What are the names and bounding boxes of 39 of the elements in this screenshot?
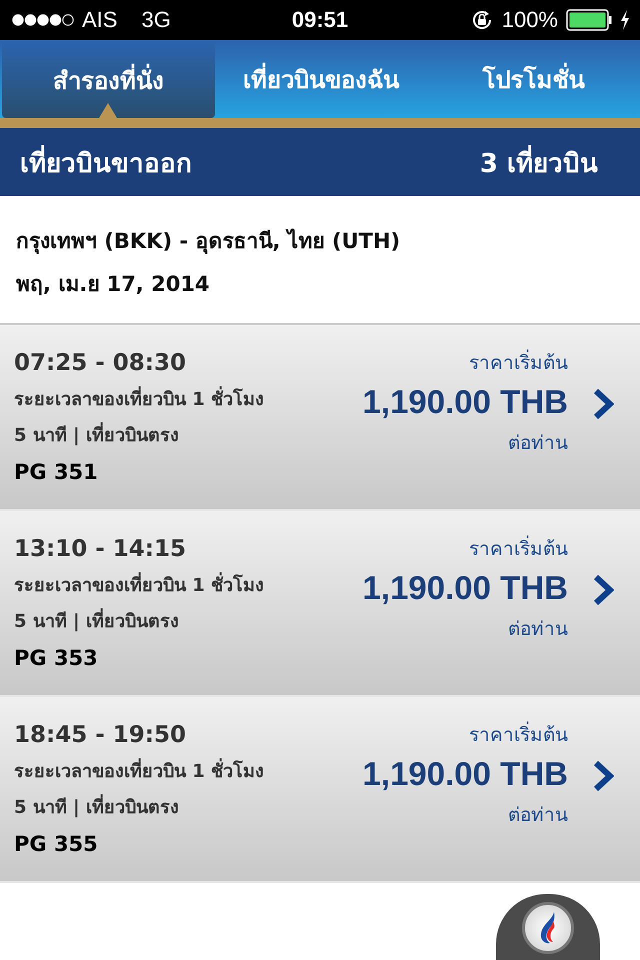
nav-tab[interactable]: โปรโมชั่น [427,40,640,118]
signal-icon [12,13,74,27]
flight-row[interactable]: 13:10 - 14:15 ระยะเวลาของเที่ยวบิน 1 ชั่วโมง 5 นาที | เที่ยวบินตรง PG 353 ราคาเริ่มต้น 1,190.00 THB ต่อท่าน [0,511,640,697]
fare-price: 1,190.00 THB [362,755,568,793]
section-title: เที่ยวบินขาออก [20,142,192,182]
price-label: ราคาเริ่มต้น [469,533,568,563]
logo-tab[interactable] [496,894,600,960]
flight-details: ระยะเวลาของเที่ยวบิน 1 ชั่วโมง 5 นาที | เที่ยวบินตรง [14,754,270,826]
flight-count: 3 เที่ยวบิน [480,142,598,182]
battery-icon [566,9,612,31]
flight-number: PG 353 [14,646,99,670]
flight-number: PG 351 [14,460,99,484]
flight-times: 18:45 - 19:50 [14,722,187,748]
carrier-name: AIS [82,7,118,33]
flight-number: PG 355 [14,832,99,856]
fare-price: 1,190.00 THB [362,383,568,421]
chevron-right-icon [592,389,614,419]
chevron-right-icon [592,761,614,791]
battery-percent: 100% [502,7,558,33]
flight-details: ระยะเวลาของเที่ยวบิน 1 ชั่วโมง 5 นาที | เที่ยวบินตรง [14,568,270,640]
fare-price: 1,190.00 THB [362,569,568,607]
flight-details: ระยะเวลาของเที่ยวบิน 1 ชั่วโมง 5 นาที | เที่ยวบินตรง [14,382,270,454]
route-text: กรุงเทพฯ (BKK) - อุดรธานี, ไทย (UTH) [16,228,402,256]
nav-tab[interactable]: เที่ยวบินของฉัน [214,40,428,118]
status-time: 09:51 [292,7,348,33]
per-person-label: ต่อท่าน [508,617,568,642]
flight-row[interactable]: 07:25 - 08:30 ระยะเวลาของเที่ยวบิน 1 ชั่วโมง 5 นาที | เที่ยวบินตรง PG 351 ราคาเริ่มต้น 1,190.00 THB ต่อท่าน [0,325,640,511]
flight-row[interactable]: 18:45 - 19:50 ระยะเวลาของเที่ยวบิน 1 ชั่วโมง 5 นาที | เที่ยวบินตรง PG 355 ราคาเริ่มต้น 1,190.00 THB ต่อท่าน [0,697,640,883]
network-type: 3G [141,7,171,33]
flight-times: 13:10 - 14:15 [14,536,187,562]
price-label: ราคาเริ่มต้น [469,719,568,749]
charging-icon [620,10,630,30]
chevron-right-icon [592,575,614,605]
flight-times: 07:25 - 08:30 [14,350,187,376]
per-person-label: ต่อท่าน [508,431,568,456]
nav-tab[interactable]: สำรองที่นั่ง [2,42,215,118]
per-person-label: ต่อท่าน [508,803,568,828]
travel-date: พฤ, เม.ย 17, 2014 [16,271,211,298]
price-label: ราคาเริ่มต้น [469,347,568,377]
